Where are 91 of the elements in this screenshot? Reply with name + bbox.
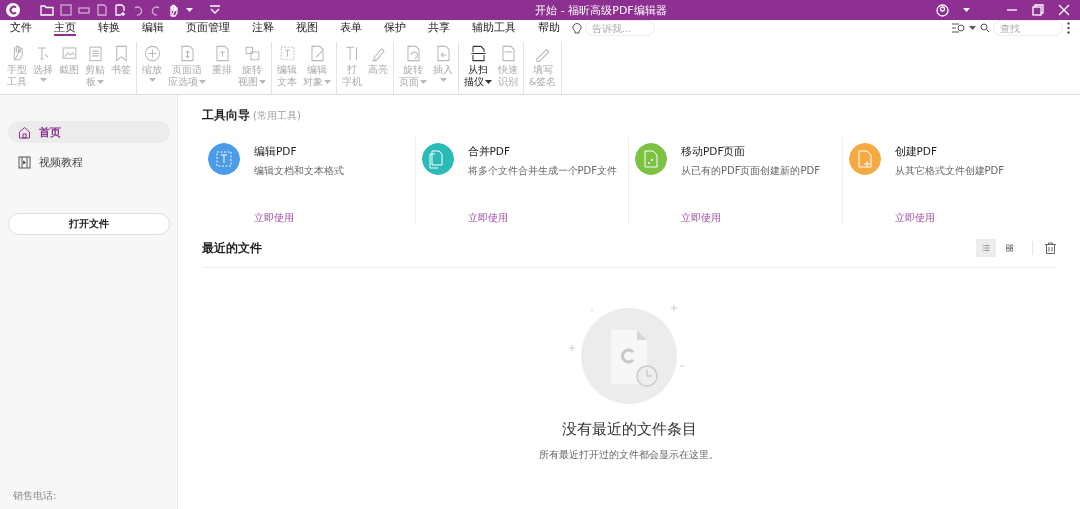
tool-label: 应选项 (168, 76, 198, 88)
tool-title: 创建PDF (894, 145, 938, 159)
menu-tab[interactable]: 共享 (428, 20, 450, 36)
menu-tab[interactable]: 页面管理 (186, 20, 230, 36)
tool-label: 缩放 (142, 64, 162, 76)
tool-label: 插入 (433, 64, 453, 76)
menu-tab[interactable]: 帮助 (538, 20, 560, 36)
tool-label: 页面 (399, 76, 419, 88)
tell-me-field[interactable]: 告诉我... (585, 20, 655, 36)
tool-label: 编辑 (307, 64, 327, 76)
tool-label: 选择 (33, 64, 53, 76)
tool-description: 编辑文档和文本格式 (254, 164, 344, 178)
tool-title: 移动PDF页面 (681, 145, 747, 159)
account-icon[interactable] (936, 3, 949, 17)
scanner-icon (468, 44, 488, 63)
tool-label: 文本 (277, 76, 297, 88)
customize-icon[interactable] (209, 5, 221, 15)
open-file-button[interactable]: 打开文件 (8, 213, 170, 235)
new-document-icon[interactable] (114, 4, 126, 16)
tool-label: 手型 (7, 64, 27, 76)
menu-tab[interactable]: 主页 (54, 20, 76, 36)
lightbulb-icon (572, 22, 582, 34)
tool-label: 旋转 (242, 64, 262, 76)
redo-icon[interactable] (150, 4, 162, 16)
tool-title: 编辑PDF (254, 145, 298, 159)
tool-label: 识别 (498, 76, 518, 88)
menu-tab[interactable]: 注释 (252, 20, 274, 36)
use-now-link[interactable]: 立即使用 (894, 211, 935, 225)
caret-icon (963, 8, 970, 12)
sidebar-item[interactable]: 首页 (8, 121, 170, 143)
tool-title: 合并PDF (467, 145, 511, 159)
tool-description: 将多个文件合并生成一个PDF文件 (467, 164, 617, 178)
tool-label: 截图 (59, 64, 79, 76)
use-now-link[interactable]: 立即使用 (681, 211, 721, 225)
menu-tab[interactable]: 文件 (10, 20, 32, 36)
hand-icon[interactable] (168, 3, 180, 17)
tool-label: 对象 (303, 76, 323, 88)
list-icon (982, 242, 990, 254)
tool-label: 书签 (111, 64, 131, 76)
menu-tab[interactable]: 表单 (340, 20, 362, 36)
tool-label: 编辑 (277, 64, 297, 76)
tool-label: 打 (347, 64, 357, 76)
document-icon[interactable] (96, 4, 108, 16)
home-icon (18, 125, 31, 139)
app-logo-icon[interactable] (6, 3, 20, 17)
tool-label: 剪贴 (85, 64, 105, 76)
tool-label: 视图 (238, 76, 258, 88)
tool-description: 从已有的PDF页面创建新的PDF (681, 164, 820, 178)
caret-icon (186, 8, 193, 12)
find-field[interactable]: 查找 (993, 20, 1063, 36)
tool-label: 描仪 (464, 76, 484, 88)
empty-state-title: 没有最近的文件条目 (561, 420, 697, 439)
more-icon[interactable] (1067, 22, 1070, 34)
tool-label: 板 (86, 76, 96, 88)
tool-label: 页面适 (172, 64, 202, 76)
tool-label: 工具 (7, 76, 27, 88)
grid-icon (1006, 242, 1014, 254)
empty-state-text: 所有最近打开过的文件都会显示在这里。 (539, 449, 719, 462)
tool-label: 字机 (342, 76, 362, 88)
ribbon-button[interactable]: 从扫 描仪 (461, 42, 495, 94)
menu-tab[interactable]: 转换 (98, 20, 120, 36)
tool-label: 填写 (532, 64, 553, 76)
restore-icon[interactable] (1032, 4, 1044, 16)
film-icon (18, 155, 31, 169)
tool-description: 从其它格式文件创建PDF (894, 164, 1004, 178)
section-title: 工具向导 (202, 107, 250, 124)
section-title: 最近的文件 (202, 239, 263, 257)
menu-tab[interactable]: 保护 (384, 20, 406, 36)
search-icon (980, 23, 990, 33)
menu-tab[interactable]: 编辑 (142, 20, 164, 36)
caret-icon (969, 26, 976, 30)
sales-phone-label: 销售电话: (12, 489, 58, 503)
folder-icon[interactable] (40, 4, 54, 16)
window-title: 开始 - 福昕高级PDF编辑器 (534, 2, 668, 18)
zoom-icon (142, 44, 162, 63)
tool-label: 重排 (212, 64, 232, 76)
section-subtitle: (常用工具) (253, 109, 301, 123)
use-now-link[interactable]: 立即使用 (467, 211, 508, 225)
undo-icon[interactable] (132, 4, 144, 16)
tool-label: 从扫 (468, 64, 488, 76)
tool-label: 快速 (498, 64, 518, 76)
tool-label: 旋转 (403, 64, 423, 76)
menu-tab[interactable]: 视图 (296, 20, 318, 36)
sidebar-item[interactable]: 视频教程 (8, 151, 170, 173)
menu-tab[interactable]: 辅助工具 (472, 20, 516, 36)
close-icon[interactable] (1058, 4, 1070, 16)
tool-label: 高亮 (368, 64, 388, 76)
trash-icon[interactable] (1045, 242, 1056, 254)
tool-label: &签名 (529, 76, 557, 88)
search-options-icon[interactable] (951, 22, 965, 34)
use-now-link[interactable]: 立即使用 (254, 211, 294, 225)
